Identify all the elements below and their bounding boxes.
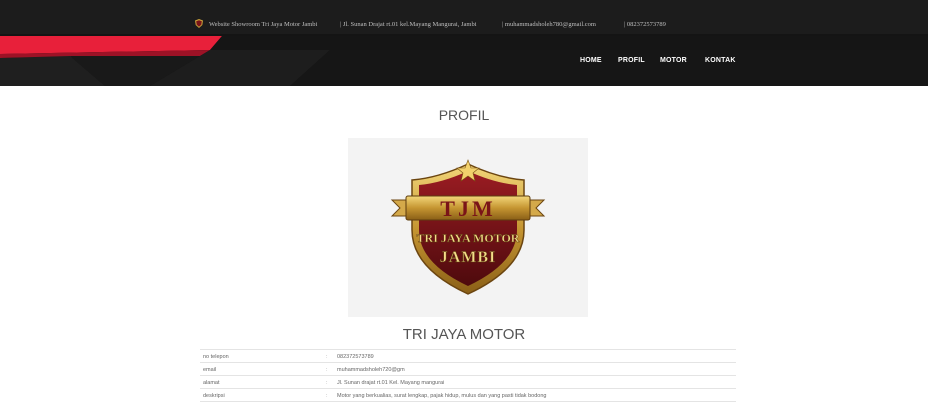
logo-initials: TJM <box>440 196 495 221</box>
row-separator: : <box>326 367 328 373</box>
row-value: 082372573789 <box>337 354 374 360</box>
top-info-bar: Website Showroom Tri Jaya Motor Jambi | … <box>0 0 928 34</box>
nav-home[interactable]: HOME <box>580 57 602 64</box>
row-value: Motor yang berkualias, surat lengkap, pa… <box>337 393 547 399</box>
table-row: deskripsi : Motor yang berkualias, surat… <box>200 389 736 402</box>
site-name-text: Website Showroom Tri Jaya Motor Jambi <box>209 21 318 28</box>
row-label: deskripsi <box>203 393 225 399</box>
profile-info-table: no telepon : 082372573789 email : muhamm… <box>200 349 736 402</box>
navbar-decoration <box>0 36 928 86</box>
phone-text: | 082372573789 <box>624 21 666 28</box>
table-row: alamat : Jl. Sunan drajat rt.01 Kel. May… <box>200 376 736 389</box>
shield-icon <box>195 19 203 28</box>
main-navbar: HOME PROFIL MOTOR KONTAK <box>0 34 928 86</box>
row-value: Jl. Sunan drajat rt.01 Kel. Mayang mangu… <box>337 380 445 386</box>
email-text: | muhammadsholeh780@gmail.com <box>502 21 596 28</box>
table-row: no telepon : 082372573789 <box>200 350 736 363</box>
brand-name: TRI JAYA MOTOR <box>402 326 526 343</box>
company-logo: TJM TRI JAYA MOTOR JAMBI <box>348 138 588 317</box>
nav-kontak[interactable]: KONTAK <box>705 57 736 64</box>
logo-line-1: TRI JAYA MOTOR <box>417 231 520 245</box>
row-separator: : <box>326 393 328 399</box>
row-label: alamat <box>203 380 220 386</box>
table-row: email : muhammadsholeh720@gm <box>200 363 736 376</box>
nav-profil[interactable]: PROFIL <box>618 57 645 64</box>
row-separator: : <box>326 380 328 386</box>
page-title: PROFIL <box>438 107 490 123</box>
row-label: no telepon <box>203 354 229 360</box>
address-text: | Jl. Sunan Drajat rt.01 kel.Mayang Mang… <box>340 21 477 28</box>
row-value: muhammadsholeh720@gm <box>337 367 405 373</box>
row-separator: : <box>326 354 328 360</box>
nav-motor[interactable]: MOTOR <box>660 57 687 64</box>
logo-line-2: JAMBI <box>440 249 497 266</box>
row-label: email <box>203 367 217 373</box>
